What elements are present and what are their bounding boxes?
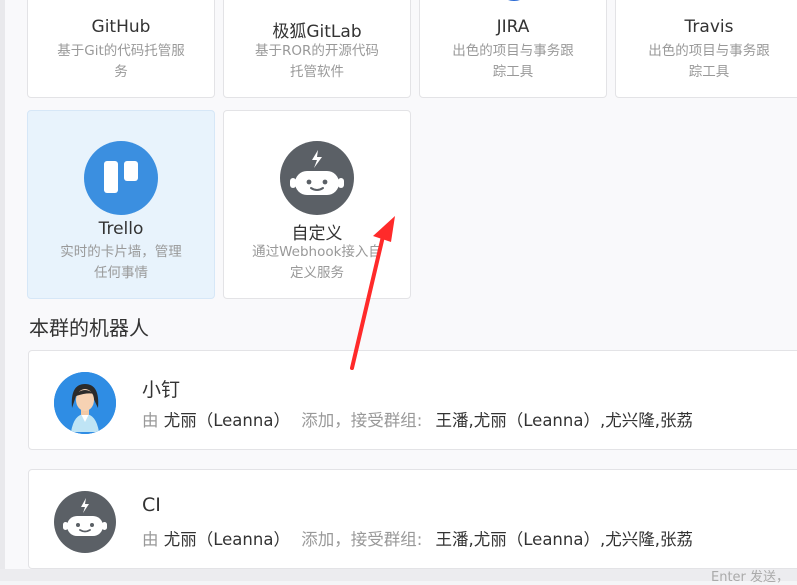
robot-meta: 由 尤丽（Leanna） 添加，接受群组: 王潘,尤丽（Leanna）,尤兴隆,… [142,411,693,430]
integration-card-custom[interactable]: 自定义 通过Webhook接入自 定义服务 [223,110,411,299]
integration-card-github[interactable]: GitHub 基于Git的代码托管服务 [27,0,215,98]
robot-creator: 尤丽（Leanna） [163,411,290,430]
robot-name: CI [142,494,161,516]
robot-groups: 王潘,尤丽（Leanna）,尤兴隆,张荔 [435,411,693,430]
send-hint: Enter 发送， [711,570,790,585]
integration-desc: 出色的项目与事务跟 踪工具 [648,43,770,80]
robot-row[interactable]: 小钉 由 尤丽（Leanna） 添加，接受群组: 王潘,尤丽（Leanna）,尤… [28,350,797,450]
integration-name: 极狐GitLab [272,22,362,42]
bottom-edge [0,569,797,581]
integration-card-gitlab[interactable]: 极狐GitLab 基于ROR的开源代码 托管软件 [223,0,411,98]
robot-meta: 由 尤丽（Leanna） 添加，接受群组: 王潘,尤丽（Leanna）,尤兴隆,… [142,530,693,549]
integration-card-travis[interactable]: Travis 出色的项目与事务跟 踪工具 [615,0,797,98]
avatar [54,372,116,434]
robot-name: 小钉 [142,379,181,401]
integration-name: Travis [684,17,734,37]
trello-logo-icon [84,141,158,215]
integration-card-jira[interactable]: JIRA 出色的项目与事务跟 踪工具 [419,0,607,98]
robot-logo-icon [280,141,354,215]
integration-desc: 基于Git的代码托管服务 [57,43,185,80]
robot-groups: 王潘,尤丽（Leanna）,尤兴隆,张荔 [435,530,693,549]
integration-desc: 出色的项目与事务跟 踪工具 [452,43,574,80]
jira-logo-icon [508,0,520,1]
integration-card-trello[interactable]: Trello 实时的卡片墙，管理 任何事情 [27,110,215,299]
integration-name: JIRA [496,17,530,37]
robot-creator: 尤丽（Leanna） [163,530,290,549]
robot-settings-panel: GitHub 基于Git的代码托管服务 极狐GitLab 基于ROR的开源代码托… [5,0,797,569]
integration-name: 自定义 [291,224,343,244]
section-title: 本群的机器人 [29,316,149,340]
robot-row[interactable]: CI 由 尤丽（Leanna） 添加，接受群组: 王潘,尤丽（Leanna）,尤… [28,469,797,569]
integration-desc: 通过Webhook接入自 定义服务 [252,244,382,281]
integration-desc: 实时的卡片墙，管理 任何事情 [60,244,182,281]
integration-desc: 基于ROR的开源代码 托管软件 [255,43,379,80]
integration-name: GitHub [91,17,151,37]
integration-name: Trello [98,219,144,239]
robot-logo-icon [54,491,116,553]
